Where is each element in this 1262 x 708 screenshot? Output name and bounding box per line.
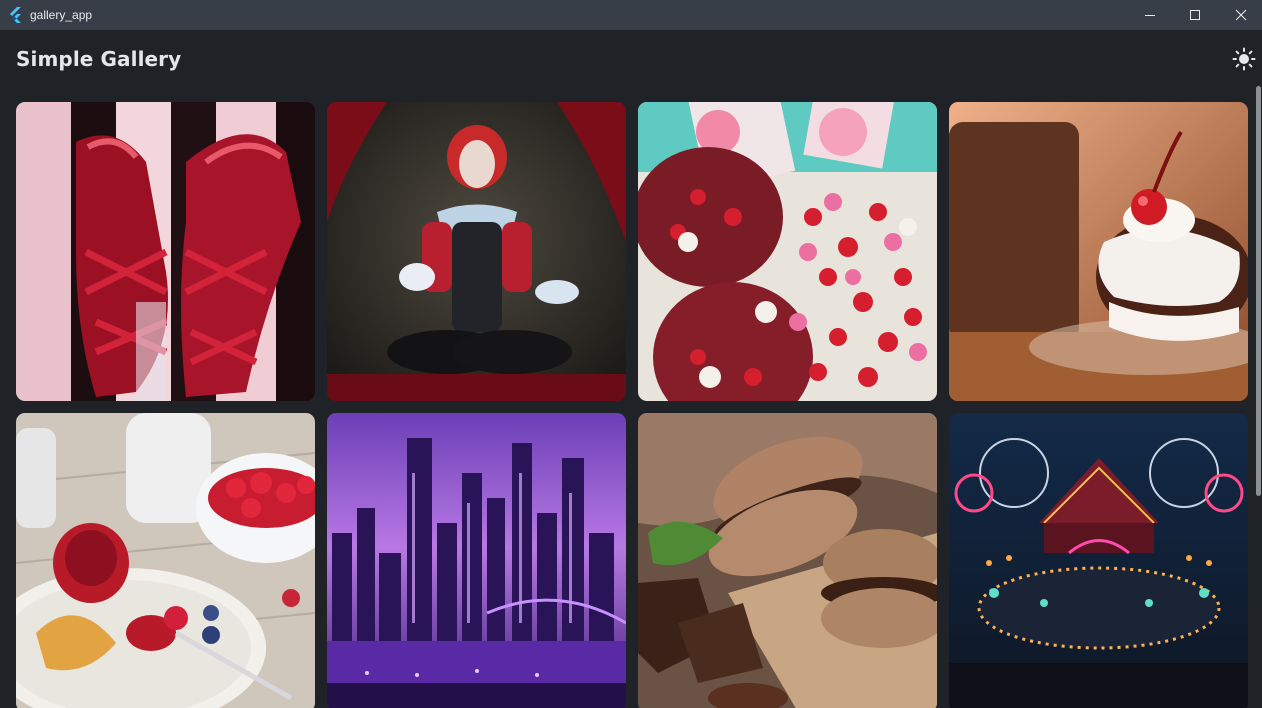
breakfast-image [16, 413, 315, 708]
cookies-image [638, 102, 937, 401]
app-window: gallery_app Simple Gallery [0, 0, 1262, 708]
gallery-image-cookies[interactable] [638, 102, 937, 401]
city-skyline-image [327, 413, 626, 708]
theme-toggle-button[interactable] [1230, 45, 1258, 73]
gallery-image-circus[interactable] [949, 413, 1248, 708]
minimize-button[interactable] [1127, 0, 1173, 30]
scrollbar-thumb[interactable] [1256, 86, 1261, 496]
close-icon [1235, 9, 1247, 21]
gallery-image-cherry-cake[interactable] [949, 102, 1248, 401]
gallery-image-macarons[interactable] [638, 413, 937, 708]
cherry-cake-image [949, 102, 1248, 401]
maximize-button[interactable] [1172, 0, 1218, 30]
window-title: gallery_app [30, 8, 93, 22]
close-button[interactable] [1218, 0, 1262, 30]
gallery-image-clown-portrait[interactable] [327, 102, 626, 401]
gallery-image-city-skyline[interactable] [327, 413, 626, 708]
image-grid [16, 102, 1248, 708]
macarons-image [638, 413, 937, 708]
gallery-image-breakfast[interactable] [16, 413, 315, 708]
minimize-icon [1145, 15, 1155, 16]
boots-image [16, 102, 315, 401]
flutter-logo-icon [10, 7, 21, 23]
maximize-icon [1190, 10, 1200, 20]
sun-icon [1232, 47, 1256, 71]
clown-portrait-image [327, 102, 626, 401]
window-titlebar[interactable]: gallery_app [0, 0, 1262, 30]
gallery-image-red-boots[interactable] [16, 102, 315, 401]
page-title: Simple Gallery [16, 47, 182, 71]
circus-image [949, 413, 1248, 708]
